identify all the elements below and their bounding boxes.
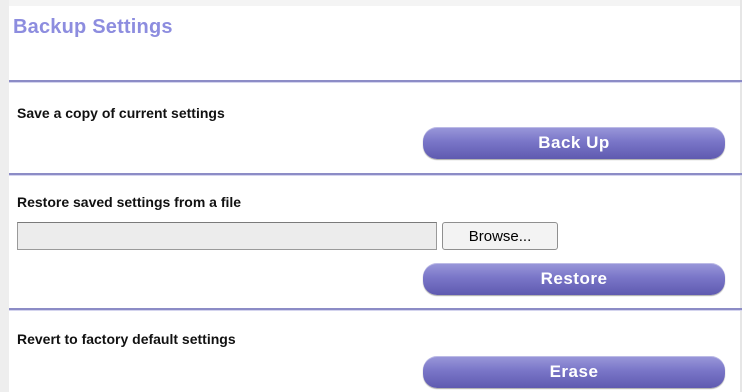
back-up-button[interactable]: Back Up: [423, 127, 725, 159]
browse-button[interactable]: Browse...: [442, 222, 558, 250]
left-edge: [0, 0, 9, 392]
erase-section-label: Revert to factory default settings: [17, 331, 236, 347]
restore-section-label: Restore saved settings from a file: [17, 194, 242, 210]
page-title: Backup Settings: [13, 16, 173, 38]
top-edge: [0, 0, 742, 6]
restore-button[interactable]: Restore: [423, 263, 725, 295]
erase-button[interactable]: Erase: [423, 356, 725, 388]
section-divider: [9, 80, 742, 83]
section-divider: [9, 308, 742, 311]
restore-file-input[interactable]: [17, 222, 437, 250]
section-divider: [9, 173, 742, 176]
backup-section-label: Save a copy of current settings: [17, 105, 225, 121]
